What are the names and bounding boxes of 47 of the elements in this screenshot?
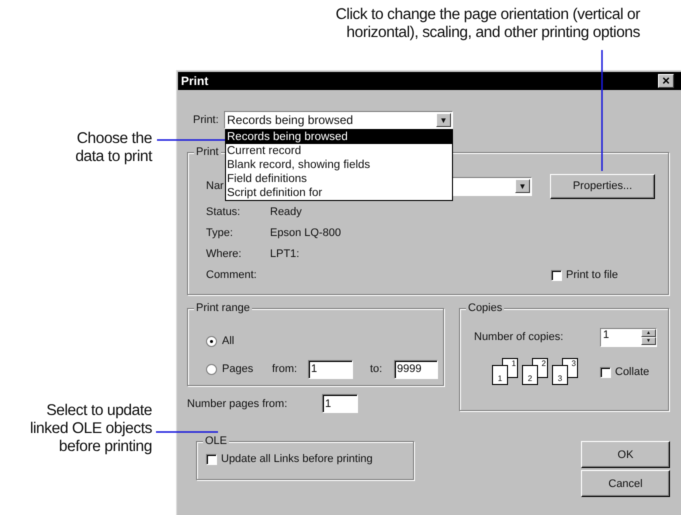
radio-label: Pages bbox=[222, 363, 254, 375]
info-value: LPT1: bbox=[270, 248, 300, 260]
dropdown-option[interactable]: Field definitions bbox=[226, 172, 452, 186]
print-label: Print: bbox=[192, 114, 220, 126]
print-to-file-checkbox[interactable] bbox=[551, 270, 562, 280]
radio-label: All bbox=[222, 335, 234, 347]
checkbox-label: Update all Links before printing bbox=[221, 453, 373, 465]
close-button[interactable]: × bbox=[658, 74, 674, 88]
name-label: Nar bbox=[206, 180, 225, 192]
checkbox-label: Print to file bbox=[566, 269, 618, 281]
info-label: Comment: bbox=[206, 268, 258, 280]
info-label: Type: bbox=[206, 226, 234, 238]
to-field[interactable]: 9999 bbox=[394, 360, 438, 378]
info-label: Status: bbox=[206, 206, 242, 218]
info-label: Where: bbox=[206, 248, 242, 260]
print-dropdown[interactable]: Records being browsed ▼ bbox=[224, 111, 453, 129]
dropdown-option[interactable]: Script definition for bbox=[226, 186, 452, 200]
to-label: to: bbox=[370, 363, 384, 375]
collate-checkbox[interactable] bbox=[600, 366, 611, 378]
info-value: Epson LQ-800 bbox=[270, 226, 341, 238]
collate-pages-drawing: 1 1 2 2 3 3 bbox=[492, 358, 578, 386]
copies-label: Number of copies: bbox=[474, 331, 564, 343]
from-field[interactable]: 1 bbox=[308, 360, 353, 378]
number-pages-field[interactable]: 1 bbox=[322, 394, 358, 413]
from-label: from: bbox=[272, 363, 298, 375]
all-radio[interactable] bbox=[206, 336, 217, 346]
group-label: Print range bbox=[194, 302, 252, 315]
dropdown-button[interactable]: ▼ bbox=[515, 179, 530, 193]
callout-text: Select to update linked OLE objects before printing bbox=[30, 402, 152, 456]
dropdown-button[interactable]: ▼ bbox=[436, 113, 451, 127]
dropdown-option[interactable]: Current record bbox=[226, 144, 452, 158]
callout-text: Click to change the page orientation (vertical or horizontal), scaling, and other printing options bbox=[336, 6, 640, 43]
properties-button[interactable]: Properties... bbox=[550, 174, 655, 198]
dialog-button[interactable]: Cancel bbox=[581, 470, 670, 497]
number-pages-label: Number pages from: bbox=[187, 398, 288, 410]
checkbox-label: Collate bbox=[615, 366, 650, 378]
dropdown-option[interactable]: Records being browsed bbox=[226, 130, 452, 144]
group-label: Copies bbox=[466, 302, 504, 315]
dropdown-option[interactable]: Blank record, showing fields bbox=[226, 158, 452, 172]
pages-radio[interactable] bbox=[206, 364, 217, 374]
leader-line bbox=[157, 139, 225, 141]
update-links-checkbox[interactable] bbox=[206, 454, 217, 464]
info-value: Ready bbox=[270, 206, 302, 218]
window-title: Print bbox=[181, 74, 208, 88]
dialog-button[interactable]: OK bbox=[581, 441, 670, 468]
leader-line bbox=[156, 431, 218, 433]
callout-text: Choose the data to print bbox=[75, 130, 152, 166]
